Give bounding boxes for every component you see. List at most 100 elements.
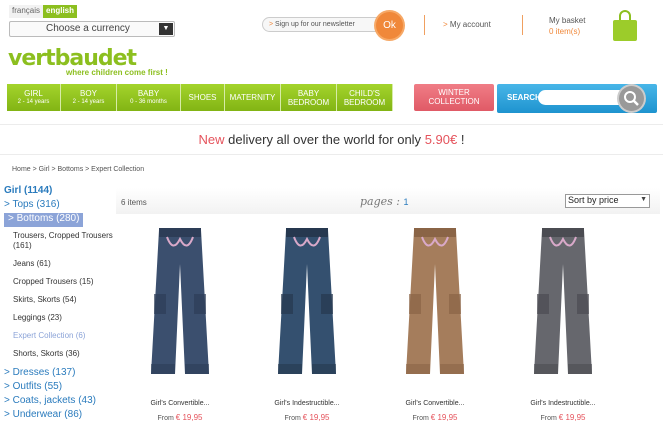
nav-item-label: CHILD'S — [349, 88, 380, 98]
product-price: € 19,95 — [558, 413, 586, 422]
sort-select[interactable]: Sort by price ▼ — [565, 194, 650, 208]
product-price: € 19,95 — [175, 413, 203, 422]
pagination-label: pages : — [360, 195, 400, 208]
shopping-bag-icon[interactable] — [612, 10, 638, 42]
newsletter-ok-button[interactable]: Ok — [376, 12, 403, 39]
basket-summary[interactable]: My basket 0 item(s) — [549, 15, 585, 37]
nav-item-baby[interactable]: BABY 0 - 36 months — [117, 84, 181, 111]
product-price-row: From € 19,95 — [248, 413, 366, 422]
promo-new: New — [198, 132, 225, 147]
site-logo[interactable]: vertbaudet — [8, 48, 137, 70]
sidebar-subitem-shorts[interactable]: Shorts, Skorts (36) — [4, 349, 114, 359]
product-name[interactable]: Girl's Convertible... — [376, 400, 494, 407]
nav-item-label: SHOES — [188, 93, 217, 102]
promo-price: 5.90€ — [424, 132, 458, 147]
sidebar-item-dresses[interactable]: > Dresses (137) — [4, 367, 114, 381]
product-card[interactable]: Girl's Indestructible... From € 19,95 — [248, 224, 366, 424]
nav-item-label: BABY — [137, 88, 160, 98]
basket-count: 0 item(s) — [549, 27, 581, 36]
nav-item-label: BOY — [80, 88, 97, 98]
product-image[interactable] — [400, 224, 470, 389]
sidebar-item-tops[interactable]: > Tops (316) — [4, 199, 114, 213]
sidebar-item-outfits[interactable]: > Outfits (55) — [4, 381, 114, 395]
chevron-down-icon[interactable]: ▼ — [159, 23, 173, 35]
nav-item-sub: 2 - 14 years — [72, 98, 105, 105]
divider — [0, 154, 663, 155]
divider — [522, 15, 523, 35]
lang-english-link[interactable]: english — [43, 5, 78, 18]
currency-select[interactable]: Choose a currency ▼ — [9, 21, 175, 37]
product-name[interactable]: Girl's Convertible... — [121, 400, 239, 407]
product-image[interactable] — [272, 224, 342, 389]
nav-item-label-2: BEDROOM — [287, 97, 330, 107]
sidebar-subitem-expert[interactable]: Expert Collection (6) — [4, 331, 114, 341]
nav-item-shoes[interactable]: SHOES — [181, 84, 225, 111]
winter-line1: WINTER — [438, 88, 470, 97]
search-icon — [624, 91, 639, 106]
product-price-row: From € 19,95 — [121, 413, 239, 422]
language-switcher: français english — [9, 5, 78, 18]
product-card[interactable]: Girl's Convertible... From € 19,95 — [121, 224, 239, 424]
sidebar-subitem-cropped[interactable]: Cropped Trousers (15) — [4, 277, 114, 287]
product-card[interactable]: Girl's Indestructible... From € 19,95 — [504, 224, 622, 424]
nav-item-winter-collection[interactable]: WINTER COLLECTION — [414, 84, 494, 111]
site-tagline: where children come first ! — [66, 68, 168, 77]
sidebar-item-coats[interactable]: > Coats, jackets (43) — [4, 395, 114, 409]
sidebar-subitem-trousers[interactable]: Trousers, Cropped Trousers (161) — [4, 231, 114, 251]
search-button[interactable] — [619, 86, 644, 111]
promo-banner[interactable]: New delivery all over the world for only… — [0, 132, 663, 147]
promo-end: ! — [457, 132, 465, 147]
product-name[interactable]: Girl's Indestructible... — [248, 400, 366, 407]
chevron-down-icon: ▼ — [640, 196, 647, 203]
basket-title: My basket — [549, 16, 586, 25]
arrow-right-icon: > — [443, 20, 448, 29]
product-from: From — [157, 415, 174, 422]
product-price: € 19,95 — [430, 413, 458, 422]
breadcrumb[interactable]: Home > Girl > Bottoms > Expert Collectio… — [12, 166, 144, 173]
product-price-row: From € 19,95 — [376, 413, 494, 422]
product-card[interactable]: Girl's Convertible... From € 19,95 — [376, 224, 494, 424]
winter-line2: COLLECTION — [428, 97, 480, 106]
sidebar-item-underwear[interactable]: > Underwear (86) — [4, 409, 114, 423]
product-from: From — [540, 415, 557, 422]
nav-item-baby-bedroom[interactable]: BABY BEDROOM — [281, 84, 337, 111]
product-price: € 19,95 — [302, 413, 330, 422]
product-image[interactable] — [528, 224, 598, 389]
nav-item-label: BABY — [297, 88, 320, 98]
lang-french-link[interactable]: français — [9, 5, 44, 18]
promo-text: delivery all over the world for only — [224, 132, 425, 147]
product-price-row: From € 19,95 — [504, 413, 622, 422]
product-name[interactable]: Girl's Indestructible... — [504, 400, 622, 407]
nav-item-girl[interactable]: GIRL 2 - 14 years — [7, 84, 61, 111]
newsletter-label: Sign up for our newsletter — [275, 21, 355, 28]
nav-item-boy[interactable]: BOY 2 - 14 years — [61, 84, 117, 111]
currency-select-label: Choose a currency — [46, 23, 130, 34]
category-sidebar: Girl (1144) > Tops (316) > Bottoms (280)… — [4, 185, 114, 423]
item-count: 6 items — [121, 198, 147, 207]
nav-item-label: GIRL — [24, 88, 43, 98]
pagination: pages : 1 — [360, 195, 409, 208]
sidebar-item-bottoms[interactable]: > Bottoms (280) — [4, 213, 84, 227]
nav-item-sub: 0 - 36 months — [130, 98, 167, 105]
my-account-label: My account — [449, 20, 491, 29]
nav-item-label-2: BEDROOM — [343, 97, 386, 107]
sidebar-subitem-jeans[interactable]: Jeans (61) — [4, 259, 114, 269]
nav-item-maternity[interactable]: MATERNITY — [225, 84, 281, 111]
product-image[interactable] — [145, 224, 215, 389]
search-label: SEARCH — [507, 93, 541, 102]
search-bar: SEARCH — [497, 84, 657, 113]
sidebar-subitem-leggings[interactable]: Leggings (23) — [4, 313, 114, 323]
product-from: From — [284, 415, 301, 422]
arrow-right-icon: > — [269, 21, 274, 28]
newsletter-signup[interactable]: > Sign up for our newsletter Ok — [262, 12, 403, 39]
main-nav: GIRL 2 - 14 years BOY 2 - 14 years BABY … — [7, 84, 393, 111]
sidebar-subitem-skirts[interactable]: Skirts, Skorts (54) — [4, 295, 114, 305]
sidebar-item-girl[interactable]: Girl (1144) — [4, 185, 114, 199]
nav-item-childs-bedroom[interactable]: CHILD'S BEDROOM — [337, 84, 393, 111]
product-from: From — [412, 415, 429, 422]
nav-item-sub: 2 - 14 years — [17, 98, 50, 105]
nav-item-label: MATERNITY — [229, 93, 276, 102]
my-account-link[interactable]: > My account — [443, 20, 491, 29]
page-link-1[interactable]: 1 — [404, 197, 409, 207]
sort-select-label: Sort by price — [568, 195, 619, 205]
